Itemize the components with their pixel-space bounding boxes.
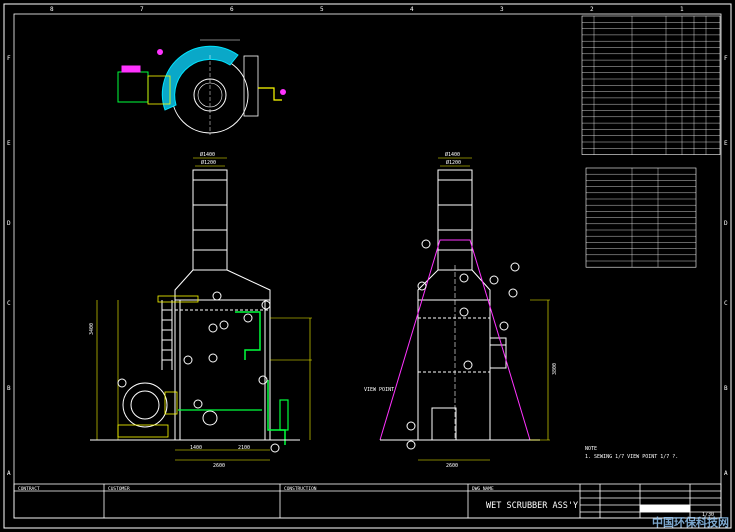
- title-cell-customer: CUSTOMER: [108, 486, 130, 492]
- title-cell-dwg-name: DWG NAME: [472, 486, 494, 492]
- border-letter: E: [7, 140, 11, 147]
- dim-dia-top-right: Ø1400: [445, 151, 460, 158]
- border-numbers: 8 7 6 5 4 3 2 1: [50, 6, 684, 13]
- outer-border: [3, 3, 732, 529]
- parts-list-table: [581, 15, 721, 155]
- note-line: 1. SEWING 1/7 VIEW POINT 1/7 ?.: [585, 454, 678, 460]
- border-letter: A: [7, 470, 11, 477]
- hatched-arc: [161, 45, 239, 111]
- dim-label-right: 3800: [552, 363, 558, 375]
- border-number: 3: [500, 6, 504, 13]
- plan-view: [117, 39, 286, 135]
- side-elevation: [379, 157, 550, 461]
- dim-width-right: 2600: [446, 463, 458, 469]
- border-letter: B: [724, 385, 728, 392]
- cad-drawing-sheet: 8 7 6 5 4 3 2 1 F E D C B A F E D C B A: [3, 3, 732, 529]
- dim-sub-a: 1400: [190, 445, 202, 451]
- border-letter: A: [724, 470, 728, 477]
- note-block: NOTE 1. SEWING 1/7 VIEW POINT 1/7 ?.: [585, 446, 678, 460]
- dim-label-mid: 3400: [89, 323, 95, 335]
- dim-width-left: 2600: [213, 463, 225, 469]
- watermark-text: 中国环保科技网: [652, 516, 729, 529]
- border-number: 7: [140, 6, 144, 13]
- border-letter: B: [7, 385, 11, 392]
- border-letter: C: [7, 300, 11, 307]
- note-heading: NOTE: [585, 446, 597, 452]
- inner-border: [13, 13, 722, 519]
- front-elevation: [90, 157, 312, 461]
- border-letters: F E D C B A F E D C B A: [7, 55, 728, 477]
- border-letter: F: [724, 55, 728, 62]
- border-letter: D: [7, 220, 11, 227]
- border-number: 5: [320, 6, 324, 13]
- border-number: 2: [590, 6, 594, 13]
- title-cell-contract: CONTRACT: [18, 486, 40, 492]
- border-letter: D: [724, 220, 728, 227]
- border-number: 1: [680, 6, 684, 13]
- dim-dia-inner-right: Ø1200: [446, 159, 461, 166]
- border-number: 6: [230, 6, 234, 13]
- dim-dia-inner-left: Ø1200: [201, 159, 216, 166]
- dim-sub-b: 2100: [238, 445, 250, 451]
- border-number: 4: [410, 6, 414, 13]
- specification-table: [585, 167, 697, 268]
- title-cell-construction: CONSTRUCTION: [284, 486, 317, 492]
- border-letter: C: [724, 300, 728, 307]
- border-letter: E: [724, 140, 728, 147]
- border-letter: F: [7, 55, 11, 62]
- border-number: 8: [50, 6, 54, 13]
- dim-dia-top-left: Ø1400: [200, 151, 215, 158]
- drawing-title: WET SCRUBBER ASS'Y: [486, 501, 578, 511]
- view-point-label: VIEW POINT: [364, 387, 394, 393]
